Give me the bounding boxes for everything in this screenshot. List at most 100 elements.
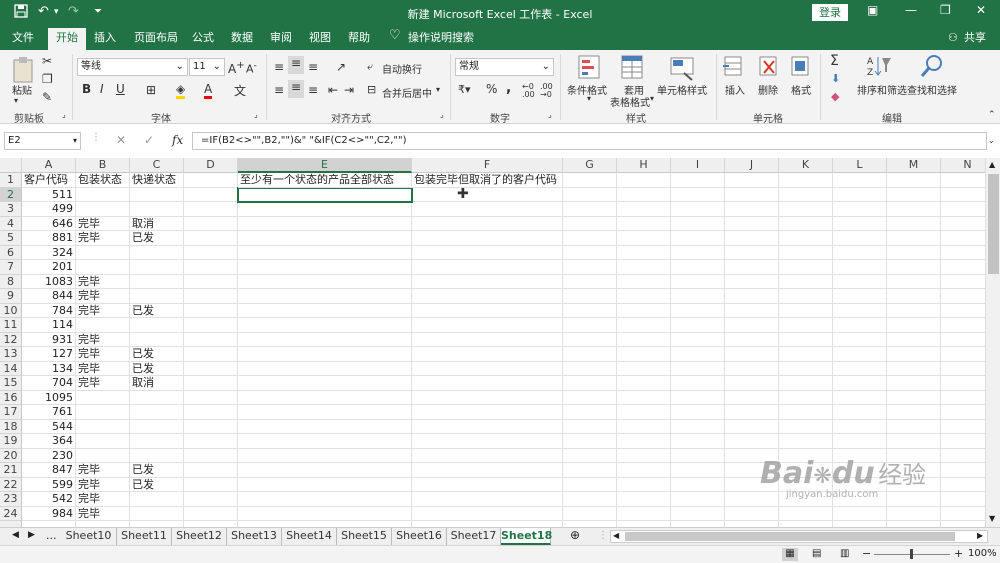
cell-b[interactable]: 完毕 — [76, 477, 130, 492]
sheet-tab-sheet11[interactable]: Sheet11 — [117, 528, 172, 545]
cell-m[interactable] — [887, 361, 941, 376]
restore-icon[interactable]: ❐ — [940, 3, 951, 17]
border-icon[interactable]: ⊞ — [146, 83, 156, 97]
cell-e[interactable] — [238, 289, 412, 304]
cell-j[interactable] — [725, 303, 779, 318]
cell-m[interactable] — [887, 347, 941, 362]
cell-b[interactable] — [76, 434, 130, 449]
new-sheet-icon[interactable]: ⊕ — [570, 528, 580, 542]
sort-filter-button[interactable]: 排序和筛选 — [857, 82, 907, 97]
cell-n[interactable] — [941, 173, 985, 188]
cell-d[interactable] — [184, 173, 238, 188]
cell-b[interactable]: 完毕 — [76, 303, 130, 318]
row-header[interactable]: 18 — [0, 419, 22, 434]
cell-e[interactable] — [238, 492, 412, 507]
column-header-j[interactable]: J — [725, 158, 779, 173]
cell-c[interactable]: 已发 — [130, 477, 184, 492]
cell-a[interactable]: 599 — [22, 477, 76, 492]
column-header-d[interactable]: D — [184, 158, 238, 173]
sheet-tab-sheet13[interactable]: Sheet13 — [227, 528, 282, 545]
cell-c[interactable]: 已发 — [130, 231, 184, 246]
cell-f[interactable] — [412, 419, 563, 434]
cell-c[interactable] — [130, 390, 184, 405]
cell-l[interactable] — [833, 187, 887, 202]
wrap-text-icon[interactable]: ⤶ — [367, 60, 373, 74]
row-header[interactable]: 8 — [0, 274, 22, 289]
cell-l[interactable] — [833, 289, 887, 304]
cell-e[interactable] — [238, 376, 412, 391]
column-header-m[interactable]: M — [887, 158, 941, 173]
cut-icon[interactable]: ✂ — [42, 54, 52, 68]
cell-c[interactable] — [130, 434, 184, 449]
column-header-g[interactable]: G — [563, 158, 617, 173]
cell-f[interactable] — [412, 187, 563, 202]
next-sheet-icon[interactable]: ▶ — [28, 530, 35, 540]
cell-f[interactable]: 包装完毕但取消了的客户代码 — [412, 173, 563, 188]
sheet-tab-sheet16[interactable]: Sheet16 — [392, 528, 447, 545]
cell-e[interactable] — [238, 405, 412, 420]
cell-a[interactable]: 1083 — [22, 274, 76, 289]
cell-j[interactable] — [725, 173, 779, 188]
cell-f[interactable] — [412, 318, 563, 333]
cell-i[interactable] — [671, 202, 725, 217]
cell-d[interactable] — [184, 303, 238, 318]
cell-e[interactable] — [238, 477, 412, 492]
paste-dropdown-icon[interactable]: ▾ — [14, 96, 18, 105]
cell-n[interactable] — [941, 362, 985, 376]
cell-a[interactable]: 1095 — [22, 390, 76, 405]
column-header-a[interactable]: A — [22, 158, 76, 173]
cell-m[interactable] — [887, 289, 941, 304]
cell-i[interactable] — [671, 419, 725, 434]
cell-m[interactable] — [887, 390, 941, 405]
cell-e[interactable] — [238, 245, 412, 260]
row-header[interactable]: 23 — [0, 492, 22, 507]
cell-i[interactable] — [671, 492, 725, 507]
cell-f[interactable] — [412, 434, 563, 449]
cell-g[interactable] — [563, 187, 617, 202]
decrease-font-icon[interactable]: A- — [246, 60, 257, 76]
cell-b[interactable] — [76, 245, 130, 260]
cell-m[interactable] — [887, 245, 941, 260]
alignment-launcher-icon[interactable]: ⌟ — [440, 110, 444, 119]
cell-c[interactable] — [130, 405, 184, 420]
cell-b[interactable]: 完毕 — [76, 463, 130, 478]
align-center-icon[interactable]: ≡ — [288, 80, 304, 98]
cell-m[interactable] — [887, 434, 941, 449]
cell-i[interactable] — [671, 332, 725, 347]
cell-a[interactable]: 114 — [22, 318, 76, 333]
cell-b[interactable] — [76, 390, 130, 405]
row-header[interactable]: 13 — [0, 347, 22, 362]
underline-button[interactable]: U — [116, 82, 125, 96]
cell-d[interactable] — [184, 332, 238, 347]
row-header[interactable]: 5 — [0, 231, 22, 246]
expand-formula-icon[interactable]: ⌄ — [988, 136, 995, 145]
cell-i[interactable] — [671, 448, 725, 463]
cell-h[interactable] — [617, 376, 671, 391]
align-middle-icon[interactable]: ≡ — [288, 56, 304, 74]
cell-k[interactable] — [779, 216, 833, 231]
cell-d[interactable] — [184, 245, 238, 260]
cell-h[interactable] — [617, 477, 671, 492]
cell-f[interactable] — [412, 303, 563, 318]
cell-h[interactable] — [617, 187, 671, 202]
percent-button[interactable]: % — [486, 82, 497, 96]
vertical-scrollbar[interactable]: ▲ ▼ — [985, 158, 1000, 528]
cell-j[interactable] — [725, 202, 779, 217]
cell-d[interactable] — [184, 274, 238, 289]
cell-n[interactable] — [941, 188, 985, 202]
tab-review[interactable]: 审阅 — [270, 30, 292, 50]
cell-d[interactable] — [184, 492, 238, 507]
zoom-slider-thumb[interactable] — [910, 549, 913, 559]
clear-icon[interactable]: ◆ — [831, 90, 839, 103]
column-header-i[interactable]: I — [671, 158, 725, 173]
cell-b[interactable]: 完毕 — [76, 361, 130, 376]
cell-b[interactable] — [76, 187, 130, 202]
cell-k[interactable] — [779, 332, 833, 347]
cell-j[interactable] — [725, 434, 779, 449]
tab-insert[interactable]: 插入 — [94, 30, 116, 50]
cell-h[interactable] — [617, 463, 671, 478]
font-launcher-icon[interactable]: ⌟ — [254, 110, 258, 119]
scroll-down-icon[interactable]: ▼ — [989, 514, 995, 523]
cell-a[interactable]: 511 — [22, 187, 76, 202]
cell-n[interactable] — [941, 347, 985, 362]
